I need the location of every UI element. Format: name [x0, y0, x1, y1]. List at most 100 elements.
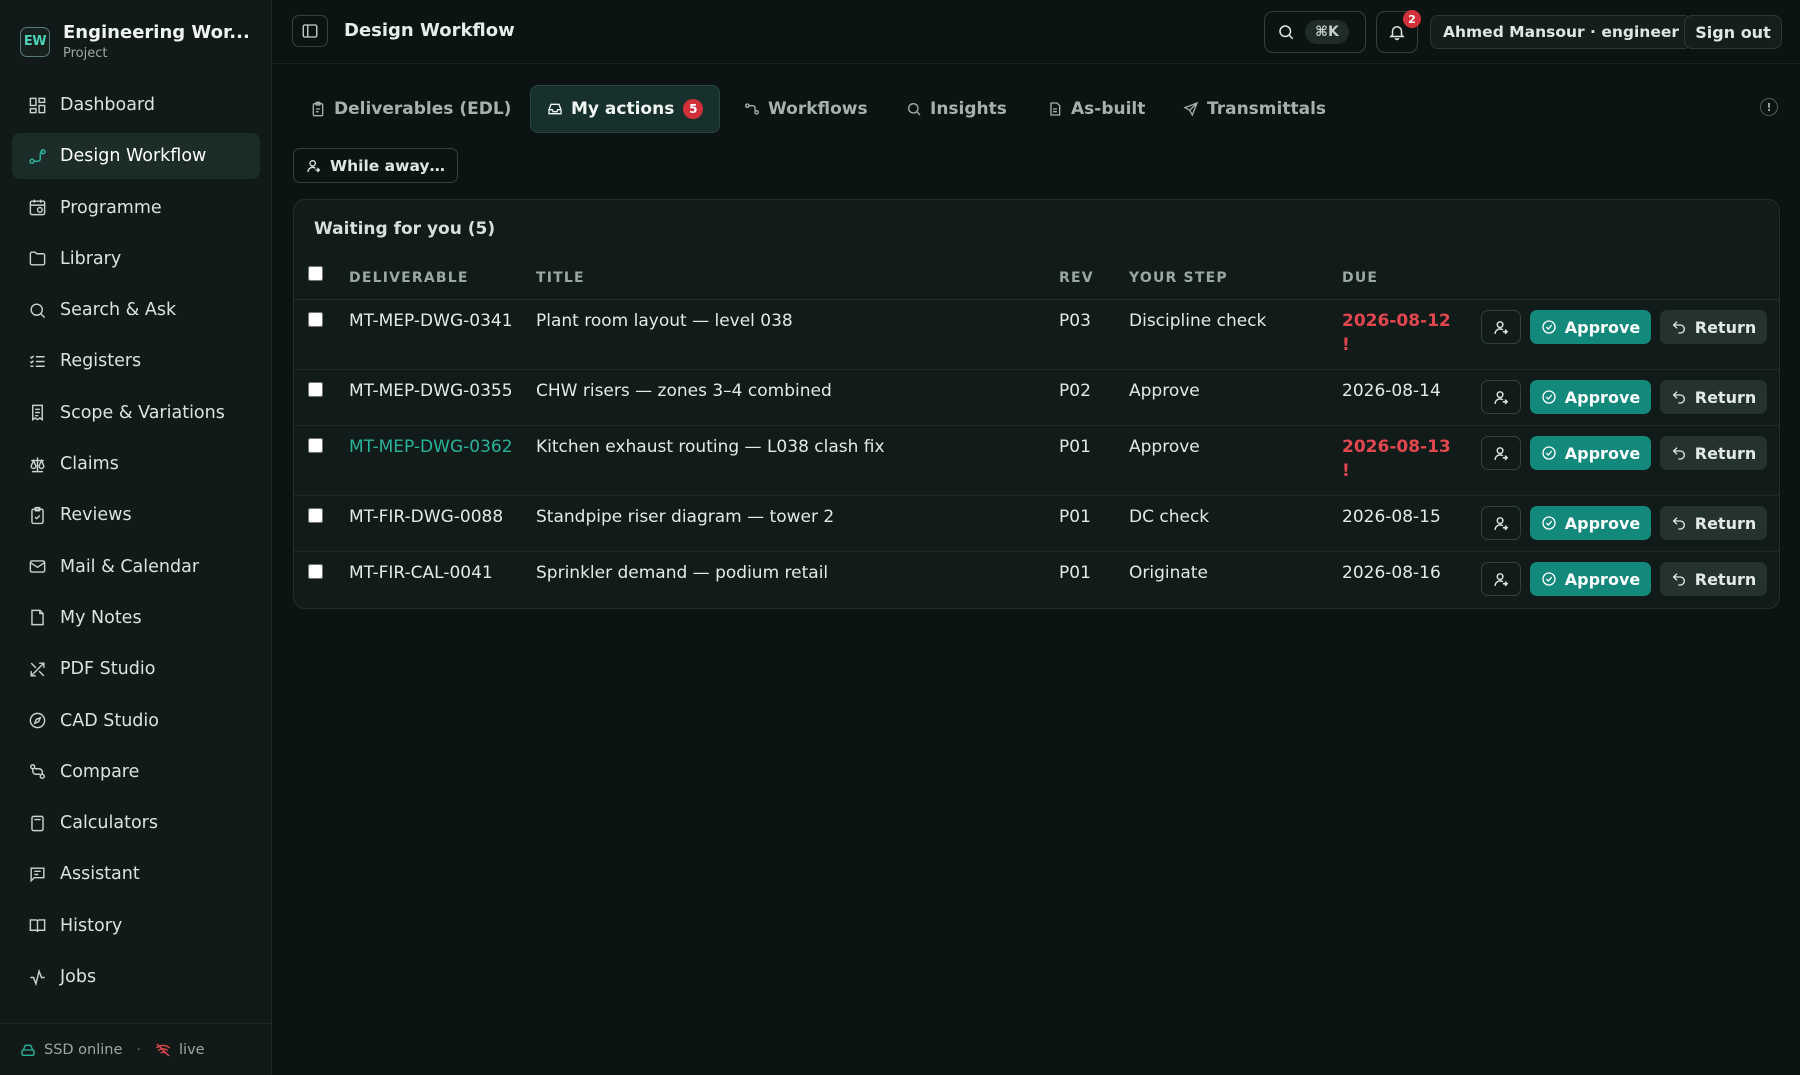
reassign-button[interactable] [1481, 506, 1521, 540]
return-button[interactable]: Return [1660, 436, 1767, 470]
sidebar: EW Engineering Wor... Project Dashboard … [0, 0, 272, 1075]
approve-button[interactable]: Approve [1530, 310, 1651, 344]
brand-logo: EW [20, 26, 50, 57]
column-title[interactable]: TITLE [536, 270, 585, 286]
sidebar-item-library[interactable]: Library [12, 236, 260, 282]
search-button[interactable]: ⌘K [1264, 11, 1366, 53]
notification-badge: 2 [1403, 10, 1421, 28]
sidebar-toggle-button[interactable] [292, 15, 328, 47]
sidebar-item-jobs[interactable]: Jobs [12, 954, 260, 1000]
sidebar-item-label: My Notes [60, 607, 142, 628]
table-row[interactable]: MT-MEP-DWG-0355 CHW risers — zones 3–4 co… [294, 370, 1779, 426]
table-header: DELIVERABLE TITLE REV YOUR STEP DUE [294, 252, 1779, 300]
waiting-panel: Waiting for you (5) DELIVERABLE TITLE RE… [293, 199, 1780, 609]
return-button[interactable]: Return [1660, 310, 1767, 344]
check-circle-icon [1542, 320, 1556, 334]
workflow-icon [29, 148, 46, 164]
brand[interactable]: EW Engineering Wor... Project [20, 22, 250, 61]
tab-label: Insights [930, 99, 1007, 119]
check-circle-icon [1542, 390, 1556, 404]
tab-insights[interactable]: Insights [890, 85, 1023, 133]
search-icon [30, 303, 46, 318]
column-your-step[interactable]: YOUR STEP [1129, 270, 1228, 286]
select-all-checkbox[interactable] [308, 266, 323, 281]
table-row[interactable]: MT-FIR-DWG-0088 Standpipe riser diagram —… [294, 496, 1779, 552]
row-checkbox[interactable] [308, 382, 323, 397]
mail-icon [29, 560, 46, 573]
table-row[interactable]: MT-FIR-CAL-0041 Sprinkler demand — podium… [294, 552, 1779, 608]
row-checkbox[interactable] [308, 312, 323, 327]
sidebar-item-pdf-studio[interactable]: PDF Studio [12, 646, 260, 692]
tab-label: Workflows [768, 99, 868, 119]
reassign-button[interactable] [1481, 562, 1521, 596]
sidebar-nav: Dashboard Design Workflow Programme Libr… [12, 82, 260, 1005]
sidebar-item-cad-studio[interactable]: CAD Studio [12, 698, 260, 744]
sidebar-item-my-notes[interactable]: My Notes [12, 595, 260, 641]
sidebar-item-design-workflow[interactable]: Design Workflow [12, 133, 260, 180]
sidebar-item-label: Jobs [60, 967, 97, 988]
sidebar-item-programme[interactable]: Programme [12, 185, 260, 231]
info-icon[interactable]: ! [1760, 98, 1778, 116]
column-deliverable[interactable]: DELIVERABLE [349, 270, 469, 286]
while-away-button[interactable]: While away… [293, 148, 459, 183]
tab-transmittals[interactable]: Transmittals [1167, 85, 1342, 133]
sidebar-item-assistant[interactable]: Assistant [12, 851, 260, 897]
sidebar-item-reviews[interactable]: Reviews [12, 492, 260, 538]
row-checkbox[interactable] [308, 508, 323, 523]
approve-button[interactable]: Approve [1530, 562, 1651, 596]
undo-icon [1672, 391, 1685, 404]
panel-left-icon [302, 24, 318, 38]
row-checkbox[interactable] [308, 564, 323, 579]
row-checkbox[interactable] [308, 438, 323, 453]
sidebar-footer: SSD online · live [0, 1023, 272, 1075]
inbox-icon [548, 103, 562, 115]
user-menu[interactable]: Ahmed Mansour · engineer [1430, 15, 1692, 49]
sidebar-item-claims[interactable]: Claims [12, 441, 260, 487]
return-button[interactable]: Return [1660, 562, 1767, 596]
tab-badge: 5 [683, 99, 704, 119]
reassign-button[interactable] [1481, 310, 1521, 344]
deliverable-title: Standpipe riser diagram — tower 2 [536, 507, 835, 527]
sidebar-item-mail-calendar[interactable]: Mail & Calendar [12, 544, 260, 590]
sidebar-item-history[interactable]: History [12, 903, 260, 949]
your-step: DC check [1129, 507, 1210, 527]
sidebar-item-scope-variations[interactable]: Scope & Variations [12, 390, 260, 436]
approve-button[interactable]: Approve [1530, 380, 1651, 414]
tab-my-actions[interactable]: My actions 5 [530, 85, 721, 133]
activity-icon [30, 968, 45, 986]
sidebar-item-registers[interactable]: Registers [12, 338, 260, 384]
page-title: Design Workflow [344, 20, 515, 41]
return-button[interactable]: Return [1660, 380, 1767, 414]
receipt-icon [32, 404, 43, 422]
sidebar-item-calculators[interactable]: Calculators [12, 800, 260, 846]
check-circle-icon [1542, 516, 1556, 530]
sidebar-item-search-ask[interactable]: Search & Ask [12, 287, 260, 333]
reassign-button[interactable] [1481, 436, 1521, 470]
approve-label: Approve [1564, 387, 1641, 407]
column-due[interactable]: DUE [1342, 270, 1378, 286]
approve-button[interactable]: Approve [1530, 506, 1651, 540]
return-button[interactable]: Return [1660, 506, 1767, 540]
sidebar-item-dashboard[interactable]: Dashboard [12, 82, 260, 128]
approve-button[interactable]: Approve [1530, 436, 1651, 470]
sign-out-button[interactable]: Sign out [1684, 15, 1782, 49]
sidebar-item-label: Calculators [60, 813, 158, 834]
revision: P02 [1059, 381, 1091, 401]
return-label: Return [1694, 569, 1757, 589]
notifications-button[interactable]: 2 [1376, 10, 1421, 53]
tab-label: Transmittals [1207, 99, 1327, 119]
column-rev[interactable]: REV [1059, 270, 1094, 286]
your-step: Originate [1129, 563, 1208, 583]
deliverable-code[interactable]: MT-MEP-DWG-0362 [349, 437, 513, 457]
table-row[interactable]: MT-MEP-DWG-0362 Kitchen exhaust routing —… [294, 426, 1779, 496]
folder-icon [29, 251, 46, 266]
reassign-button[interactable] [1481, 380, 1521, 414]
user-reassign-icon [1493, 390, 1508, 404]
tab-workflows[interactable]: Workflows [728, 85, 884, 133]
sidebar-item-compare[interactable]: Compare [12, 749, 260, 795]
due-date: 2026-08-12 ! [1342, 311, 1451, 355]
table-row[interactable]: MT-MEP-DWG-0341 Plant room layout — level… [294, 300, 1779, 370]
due-date: 2026-08-13 ! [1342, 437, 1451, 481]
tab-deliverables[interactable]: Deliverables (EDL) [294, 85, 527, 133]
tab-as-built[interactable]: As-built [1031, 85, 1161, 133]
